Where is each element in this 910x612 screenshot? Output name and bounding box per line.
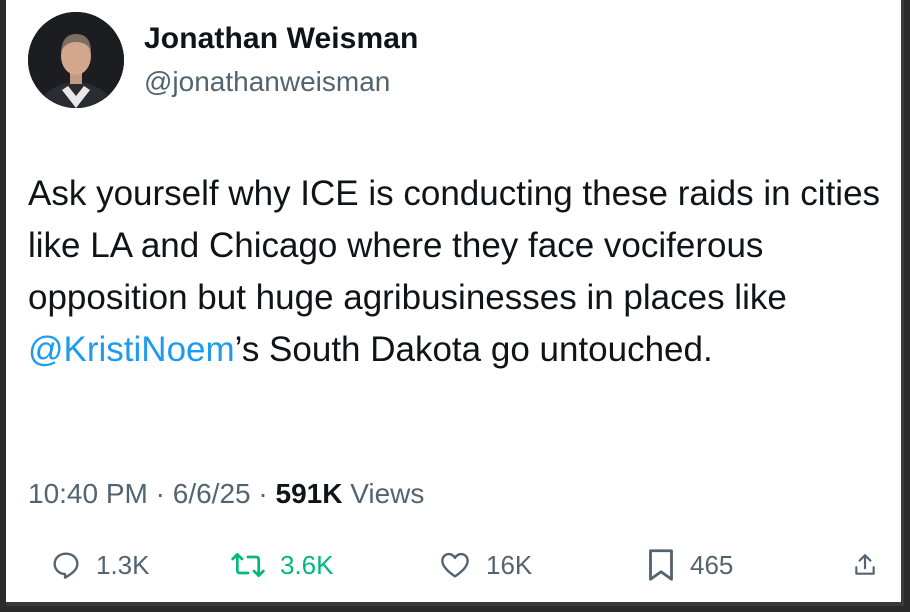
heart-icon (441, 552, 469, 578)
views-count: 591K (275, 478, 343, 509)
tweet-meta: 10:40 PM · 6/6/25 · 591K Views (28, 478, 424, 510)
author-handle[interactable]: @jonathanweisman (144, 66, 390, 98)
bookmark-count: 465 (690, 549, 734, 580)
mention-link[interactable]: @KristiNoem (28, 330, 235, 369)
bookmark-icon (649, 549, 673, 581)
reply-count: 1.3K (96, 549, 150, 580)
like-button[interactable]: 16K (438, 540, 532, 590)
action-bar: 1.3K 3.6K 16K 465 (6, 540, 904, 590)
tweet-text-part: Ask yourself why ICE is conducting these… (28, 174, 881, 317)
author-display-name[interactable]: Jonathan Weisman (144, 22, 418, 56)
tweet-text: Ask yourself why ICE is conducting these… (28, 168, 888, 376)
bookmark-button[interactable]: 465 (646, 540, 733, 590)
share-button[interactable] (852, 540, 892, 590)
tweet-time[interactable]: 10:40 PM (28, 478, 148, 509)
tweet-text-part: ’s South Dakota go untouched. (234, 330, 713, 369)
like-count: 16K (486, 549, 533, 580)
meta-separator: · (250, 478, 276, 509)
tweet-card: Jonathan Weisman @jonathanweisman Ask yo… (6, 0, 904, 606)
repost-button[interactable]: 3.6K (230, 540, 334, 590)
avatar[interactable] (28, 12, 124, 108)
share-icon (855, 554, 875, 575)
reply-button[interactable]: 1.3K (50, 540, 150, 590)
views-label: Views (342, 478, 425, 509)
meta-separator: · (147, 478, 173, 509)
reply-icon (53, 552, 79, 579)
profile-photo-icon (28, 12, 124, 108)
repost-count: 3.6K (280, 549, 334, 580)
repost-icon (231, 553, 265, 577)
tweet-date[interactable]: 6/6/25 (173, 478, 251, 509)
